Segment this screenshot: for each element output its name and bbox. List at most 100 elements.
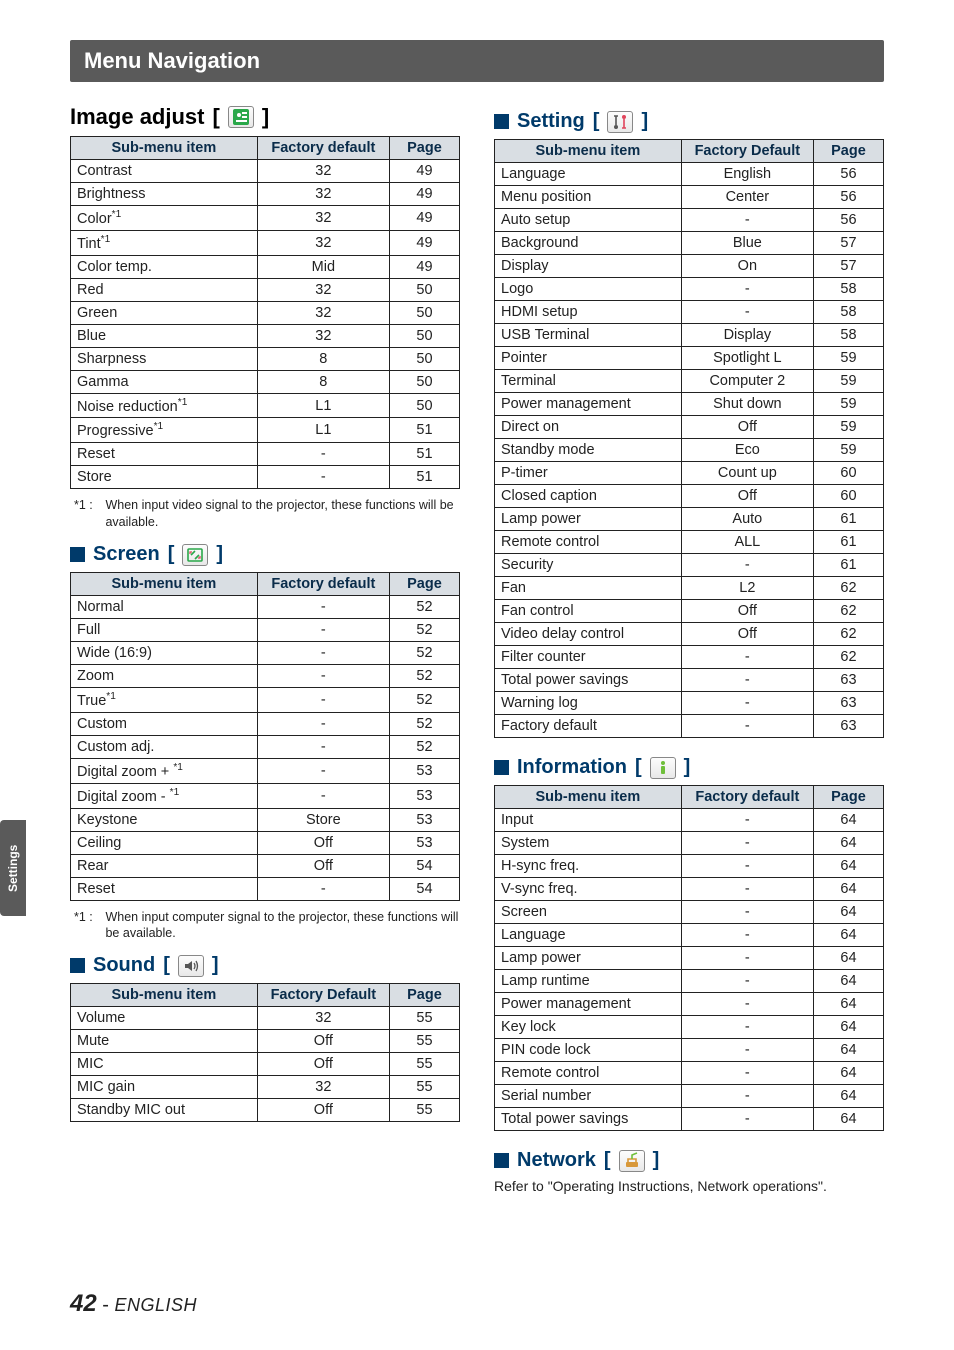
bracket-open: [ [593,110,600,133]
table-image-adjust: Sub-menu item Factory default Page Contr… [70,136,460,489]
table-row: Warning log-63 [495,692,884,715]
cell-factory-default: - [681,301,813,324]
left-column: Image adjust [ ] Sub-menu item Factory d… [70,100,460,1194]
table-row: HDMI setup-58 [495,301,884,324]
table-row: Volume3255 [71,1007,460,1030]
cell-factory-default: 32 [257,1007,389,1030]
cell-page: 54 [389,854,459,877]
cell-name: Gamma [71,370,258,393]
cell-name: Custom [71,712,258,735]
cell-name: Brightness [71,183,258,206]
cell-name: Color*1 [71,206,258,231]
table-row: Security-61 [495,554,884,577]
setting-icon [607,111,633,133]
table-row: Total power savings-64 [495,1108,884,1131]
cell-page: 50 [389,301,459,324]
cell-name: Contrast [71,160,258,183]
footnote-text: When input video signal to the projector… [105,497,459,531]
cell-factory-default: - [681,1085,813,1108]
cell-name: P-timer [495,462,682,485]
cell-page: 52 [389,735,459,758]
cell-factory-default: - [681,924,813,947]
table-row: Reset-51 [71,443,460,466]
footnote-label: *1 : [74,909,102,926]
bracket-close: ] [212,954,219,977]
footnote-screen: *1 : When input computer signal to the p… [74,909,460,943]
cell-factory-default: Computer 2 [681,370,813,393]
cell-page: 63 [813,715,883,738]
col-page: Page [389,137,459,160]
table-row: Direct onOff59 [495,416,884,439]
table-row: Custom adj.-52 [71,735,460,758]
col-submenu: Sub-menu item [495,140,682,163]
table-row: Language-64 [495,924,884,947]
cell-factory-default: - [257,735,389,758]
cell-name: Remote control [495,531,682,554]
footnote-text: When input computer signal to the projec… [105,909,459,943]
heading-text: Network [517,1149,596,1172]
bracket-close: ] [641,110,648,133]
cell-name: Input [495,809,682,832]
table-row: P-timerCount up60 [495,462,884,485]
heading-text: Image adjust [70,104,204,130]
cell-page: 62 [813,646,883,669]
heading-setting: Setting [ ] [494,110,884,133]
heading-sound: Sound [ ] [70,954,460,977]
cell-name: Normal [71,596,258,619]
cell-page: 52 [389,712,459,735]
table-row: DisplayOn57 [495,255,884,278]
cell-name: Wide (16:9) [71,642,258,665]
cell-factory-default: - [257,877,389,900]
cell-factory-default: 32 [257,324,389,347]
table-row: Logo-58 [495,278,884,301]
cell-page: 55 [389,1099,459,1122]
image-adjust-icon [228,106,254,128]
bracket-close: ] [653,1149,660,1172]
cell-name: Menu position [495,186,682,209]
cell-name: Power management [495,993,682,1016]
side-tab-settings: Settings [0,820,26,916]
table-row: Screen-64 [495,901,884,924]
heading-text: Sound [93,954,155,977]
table-row: Contrast3249 [71,160,460,183]
cell-name: Digital zoom + *1 [71,758,258,783]
table-row: TerminalComputer 259 [495,370,884,393]
cell-factory-default: - [681,1039,813,1062]
cell-name: Standby mode [495,439,682,462]
cell-name: Key lock [495,1016,682,1039]
table-row: USB TerminalDisplay58 [495,324,884,347]
col-factory-default: Factory default [681,786,813,809]
cell-factory-default: L1 [257,418,389,443]
table-row: Key lock-64 [495,1016,884,1039]
cell-page: 59 [813,393,883,416]
table-row: FanL262 [495,577,884,600]
cell-factory-default: Center [681,186,813,209]
sound-icon [178,955,204,977]
bracket-close: ] [684,756,691,779]
table-row: Red3250 [71,278,460,301]
cell-page: 50 [389,393,459,418]
cell-page: 64 [813,855,883,878]
page-number: 42 - ENGLISH [70,1290,197,1318]
heading-information: Information [ ] [494,756,884,779]
superscript: *1 [170,787,180,798]
cell-page: 51 [389,443,459,466]
cell-name: Color temp. [71,255,258,278]
cell-factory-default: Blue [681,232,813,255]
table-row: Tint*13249 [71,230,460,255]
cell-page: 60 [813,462,883,485]
cell-factory-default: - [257,712,389,735]
table-row: Lamp powerAuto61 [495,508,884,531]
table-row: BackgroundBlue57 [495,232,884,255]
cell-name: Custom adj. [71,735,258,758]
cell-page: 59 [813,439,883,462]
cell-page: 61 [813,554,883,577]
cell-name: USB Terminal [495,324,682,347]
cell-factory-default: ALL [681,531,813,554]
cell-factory-default: - [681,970,813,993]
cell-name: Factory default [495,715,682,738]
cell-factory-default: - [257,642,389,665]
bracket-open: [ [604,1149,611,1172]
cell-name: Reset [71,443,258,466]
cell-page: 49 [389,183,459,206]
